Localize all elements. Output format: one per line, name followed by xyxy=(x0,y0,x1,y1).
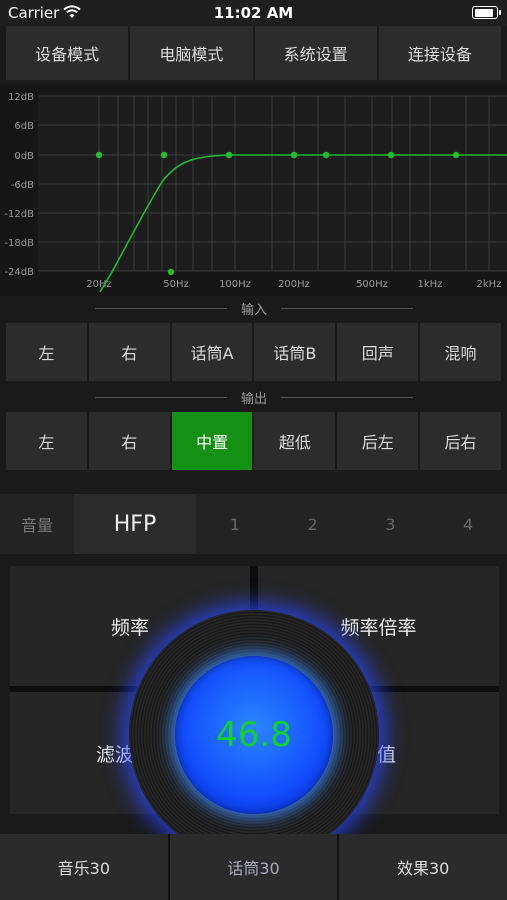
eq-band-point[interactable] xyxy=(167,268,175,276)
preset-music-button[interactable]: 音乐30 xyxy=(0,834,168,900)
db-label: 0dB xyxy=(14,151,34,162)
db-label: -6dB xyxy=(11,180,34,191)
preset-bar: 音乐30 话筒30 效果30 xyxy=(0,834,507,900)
band-tab-3[interactable]: 3 xyxy=(352,515,430,534)
battery-icon xyxy=(472,6,501,19)
input-divider: 输入 xyxy=(95,300,414,318)
status-bar: Carrier 11:02 AM xyxy=(0,0,507,26)
input-mic-b-button[interactable]: 话筒B xyxy=(254,323,336,381)
clock: 11:02 AM xyxy=(213,4,294,22)
tab-system-settings[interactable]: 系统设置 xyxy=(254,26,377,80)
output-divider: 输出 xyxy=(95,389,414,407)
input-echo-button[interactable]: 回声 xyxy=(337,323,419,381)
eq-band-point[interactable] xyxy=(387,151,395,159)
freq-label: 200Hz xyxy=(278,279,310,290)
freq-label: 50Hz xyxy=(163,279,189,290)
input-title: 输入 xyxy=(241,302,268,318)
eq-graph[interactable]: 12dB 6dB 0dB -6dB -12dB -18dB -24dB 20Hz… xyxy=(0,84,507,296)
db-label: -24dB xyxy=(4,267,34,278)
output-right-button[interactable]: 右 xyxy=(88,412,170,470)
tab-connect-device[interactable]: 连接设备 xyxy=(378,26,501,80)
db-label: 12dB xyxy=(8,92,34,103)
freq-label: 20Hz xyxy=(86,279,112,290)
eq-band-point[interactable] xyxy=(225,151,233,159)
band-tab-4[interactable]: 4 xyxy=(429,515,507,534)
db-label: -12dB xyxy=(4,209,34,220)
input-right-button[interactable]: 右 xyxy=(88,323,170,381)
output-buttons: 左 右 中置 超低 后左 后右 xyxy=(6,412,501,470)
eq-band-point[interactable] xyxy=(290,151,298,159)
band-tab-2[interactable]: 2 xyxy=(274,515,352,534)
output-center-button[interactable]: 中置 xyxy=(171,412,253,470)
volume-tab[interactable]: 音量 xyxy=(0,512,74,536)
gain-value-label: 值 xyxy=(376,743,396,766)
input-buttons: 左 右 话筒A 话筒B 回声 混响 xyxy=(6,323,501,381)
knob-value: 46.8 xyxy=(216,715,292,755)
freq-label: 100Hz xyxy=(219,279,251,290)
top-tabs: 设备模式 电脑模式 系统设置 连接设备 xyxy=(6,26,501,80)
freq-label: 1kHz xyxy=(418,279,443,290)
mode-selector: 音量 HFP 1 2 3 4 xyxy=(0,494,507,554)
input-left-button[interactable]: 左 xyxy=(6,323,87,381)
db-label: 6dB xyxy=(14,121,34,132)
band-tab-1[interactable]: 1 xyxy=(196,515,274,534)
input-reverb-button[interactable]: 混响 xyxy=(420,323,501,381)
hfp-tab[interactable]: HFP xyxy=(74,494,196,554)
eq-band-point[interactable] xyxy=(322,151,330,159)
output-title: 输出 xyxy=(241,391,268,407)
freq-label: 500Hz xyxy=(356,279,388,290)
output-subwoofer-button[interactable]: 超低 xyxy=(254,412,336,470)
preset-effect-button[interactable]: 效果30 xyxy=(339,834,507,900)
eq-band-point[interactable] xyxy=(160,151,168,159)
eq-graph-svg[interactable]: 12dB 6dB 0dB -6dB -12dB -18dB -24dB 20Hz… xyxy=(0,84,507,296)
output-left-button[interactable]: 左 xyxy=(6,412,87,470)
input-mic-a-button[interactable]: 话筒A xyxy=(171,323,253,381)
output-rear-left-button[interactable]: 后左 xyxy=(337,412,419,470)
db-label: -18dB xyxy=(4,238,34,249)
eq-band-point[interactable] xyxy=(452,151,460,159)
value-knob[interactable]: 46.8 xyxy=(129,610,379,860)
tab-pc-mode[interactable]: 电脑模式 xyxy=(130,26,253,80)
eq-band-point[interactable] xyxy=(95,151,103,159)
output-rear-right-button[interactable]: 后右 xyxy=(420,412,501,470)
tab-device-mode[interactable]: 设备模式 xyxy=(6,26,129,80)
freq-label: 2kHz xyxy=(477,279,502,290)
preset-mic-button[interactable]: 话筒30 xyxy=(169,834,338,900)
